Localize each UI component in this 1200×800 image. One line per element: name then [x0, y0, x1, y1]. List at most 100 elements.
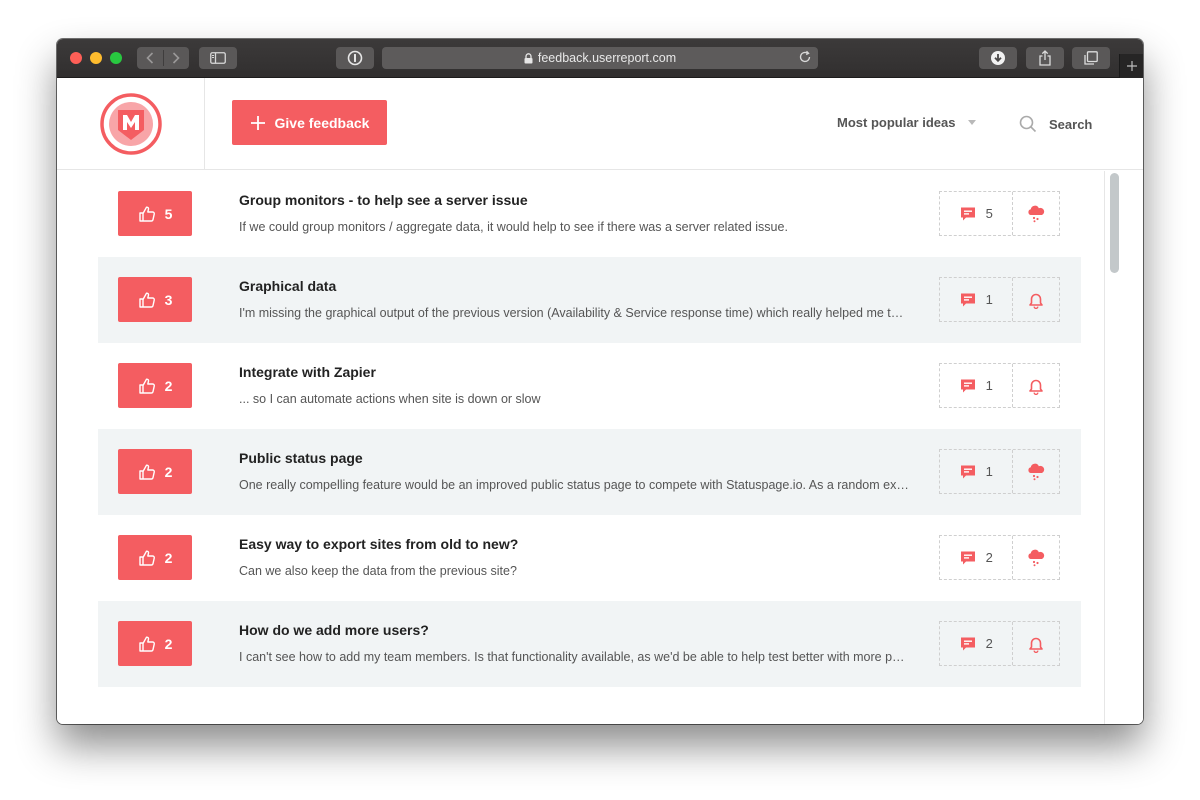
- chevron-left-icon: [146, 52, 154, 64]
- bell-icon: [1029, 293, 1043, 309]
- sidebar-icon: [210, 52, 226, 64]
- thumbs-up-icon: [138, 291, 156, 309]
- follow-button[interactable]: [1013, 536, 1059, 579]
- sort-label: Most popular ideas: [837, 115, 956, 130]
- password-manager-button[interactable]: [336, 47, 374, 69]
- idea-title[interactable]: Public status page: [239, 450, 363, 466]
- browser-toolbar: feedback.userreport.com: [57, 39, 1143, 78]
- idea-actions: 1: [939, 277, 1060, 322]
- idea-row[interactable]: 3 Graphical data I'm missing the graphic…: [98, 257, 1081, 343]
- downloads-button[interactable]: [979, 47, 1017, 69]
- idea-actions: 1: [939, 449, 1060, 494]
- cloud-icon: [1028, 549, 1045, 566]
- minimize-window-button[interactable]: [90, 52, 102, 64]
- idea-row[interactable]: 2 Public status page One really compelli…: [98, 429, 1081, 515]
- search-button[interactable]: Search: [1019, 115, 1092, 133]
- thumbs-up-icon: [138, 635, 156, 653]
- comment-icon: [960, 464, 976, 480]
- idea-row[interactable]: 2 Integrate with Zapier ... so I can aut…: [98, 343, 1081, 429]
- vote-count: 3: [164, 291, 173, 308]
- vote-count: 2: [164, 377, 173, 394]
- idea-title[interactable]: Easy way to export sites from old to new…: [239, 536, 518, 552]
- sort-dropdown[interactable]: Most popular ideas: [837, 115, 977, 130]
- upvote-button[interactable]: 2: [118, 535, 192, 580]
- idea-actions: 5: [939, 191, 1060, 236]
- comment-count: 2: [985, 550, 993, 565]
- idea-row[interactable]: 2 How do we add more users? I can't see …: [98, 601, 1081, 687]
- reload-icon[interactable]: [798, 50, 812, 64]
- idea-description: I can't see how to add my team members. …: [239, 650, 909, 664]
- vote-count: 5: [164, 205, 173, 222]
- comments-button[interactable]: 1: [940, 450, 1014, 493]
- comment-count: 1: [985, 292, 993, 307]
- monitor-logo-icon[interactable]: [99, 93, 162, 155]
- idea-actions: 2: [939, 621, 1060, 666]
- idea-title[interactable]: Graphical data: [239, 278, 336, 294]
- give-feedback-button[interactable]: Give feedback: [232, 100, 387, 145]
- follow-button[interactable]: [1013, 364, 1059, 407]
- idea-description: If we could group monitors / aggregate d…: [239, 220, 788, 234]
- idea-title[interactable]: How do we add more users?: [239, 622, 429, 638]
- search-icon: [1019, 115, 1037, 133]
- idea-row[interactable]: 5 Group monitors - to help see a server …: [98, 171, 1081, 257]
- thumbs-up-icon: [138, 463, 156, 481]
- comments-button[interactable]: 2: [940, 622, 1014, 665]
- upvote-button[interactable]: 3: [118, 277, 192, 322]
- idea-description: One really compelling feature would be a…: [239, 478, 909, 492]
- chevron-right-icon: [172, 52, 180, 64]
- caret-down-icon: [968, 120, 977, 125]
- page-header: Give feedback Most popular ideas Search: [57, 78, 1143, 170]
- comment-icon: [960, 550, 976, 566]
- comments-button[interactable]: 1: [940, 364, 1014, 407]
- upvote-button[interactable]: 2: [118, 363, 192, 408]
- thumbs-up-icon: [138, 549, 156, 567]
- idea-actions: 2: [939, 535, 1060, 580]
- give-feedback-label: Give feedback: [274, 114, 370, 131]
- comment-count: 5: [985, 206, 993, 221]
- share-button[interactable]: [1026, 47, 1064, 69]
- navigation-buttons: [137, 47, 189, 69]
- thumbs-up-icon: [138, 205, 156, 223]
- feedback-page: Give feedback Most popular ideas Search …: [57, 78, 1143, 724]
- idea-row[interactable]: 2 Easy way to export sites from old to n…: [98, 515, 1081, 601]
- back-button[interactable]: [137, 47, 163, 69]
- url-text: feedback.userreport.com: [537, 51, 677, 65]
- comments-button[interactable]: 5: [940, 192, 1014, 235]
- sidebar-toggle-button[interactable]: [199, 47, 237, 69]
- idea-actions: 1: [939, 363, 1060, 408]
- comments-button[interactable]: 2: [940, 536, 1014, 579]
- cloud-icon: [1028, 205, 1045, 222]
- comments-button[interactable]: 1: [940, 278, 1014, 321]
- ideas-list: 5 Group monitors - to help see a server …: [57, 171, 1104, 724]
- scrollbar[interactable]: [1104, 171, 1143, 724]
- comment-icon: [960, 378, 976, 394]
- vote-count: 2: [164, 635, 173, 652]
- comment-count: 2: [985, 636, 993, 651]
- follow-button[interactable]: [1013, 450, 1059, 493]
- bell-icon: [1029, 637, 1043, 653]
- share-icon: [1039, 50, 1051, 66]
- vote-count: 2: [164, 463, 173, 480]
- download-icon: [991, 51, 1005, 65]
- comment-count: 1: [985, 378, 993, 393]
- browser-window: feedback.userreport.com Give feedback Mo…: [57, 39, 1143, 724]
- plus-icon: [250, 115, 266, 131]
- forward-button[interactable]: [163, 47, 189, 69]
- new-tab-button[interactable]: [1119, 54, 1143, 78]
- upvote-button[interactable]: 2: [118, 449, 192, 494]
- scrollbar-thumb[interactable]: [1110, 173, 1119, 273]
- address-bar[interactable]: feedback.userreport.com: [382, 47, 818, 69]
- close-window-button[interactable]: [70, 52, 82, 64]
- idea-description: ... so I can automate actions when site …: [239, 392, 541, 406]
- zoom-window-button[interactable]: [110, 52, 122, 64]
- vote-count: 2: [164, 549, 173, 566]
- search-label: Search: [1049, 116, 1093, 132]
- follow-button[interactable]: [1013, 278, 1059, 321]
- idea-title[interactable]: Group monitors - to help see a server is…: [239, 192, 528, 208]
- follow-button[interactable]: [1013, 192, 1059, 235]
- tab-overview-button[interactable]: [1072, 47, 1110, 69]
- upvote-button[interactable]: 2: [118, 621, 192, 666]
- idea-title[interactable]: Integrate with Zapier: [239, 364, 376, 380]
- upvote-button[interactable]: 5: [118, 191, 192, 236]
- follow-button[interactable]: [1013, 622, 1059, 665]
